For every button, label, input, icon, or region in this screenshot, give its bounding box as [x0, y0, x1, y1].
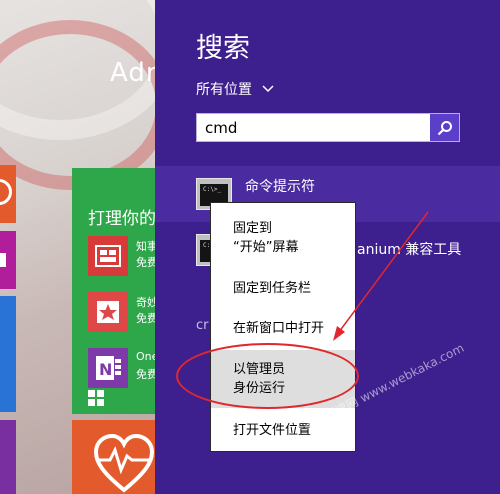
chevron-down-icon — [262, 81, 274, 97]
start-screen-background: 打理你的 知事 免费 奇妙 免费 N One 免费 Adr — [0, 0, 160, 494]
tile-mark-icon — [0, 253, 6, 267]
tile-orange[interactable] — [0, 165, 16, 223]
search-result-label: 命令提示符 — [245, 179, 315, 195]
annotation-highlight-ellipse — [176, 343, 359, 409]
grid-app-icon — [88, 236, 128, 276]
svg-text:N: N — [99, 360, 112, 379]
search-result-label: anium 兼容工具 — [357, 242, 462, 258]
store-app-item[interactable]: 奇妙 免费 — [88, 292, 160, 332]
menu-item-open-new-window[interactable]: 在新窗口中打开 — [211, 319, 355, 338]
search-scope-label: 所有位置 — [196, 82, 252, 98]
ring-icon — [0, 179, 12, 205]
onenote-icon: N — [88, 348, 128, 388]
results-section-label: cr — [196, 318, 209, 333]
star-badge-app-icon — [88, 292, 128, 332]
menu-item-label: 固定到任务栏 — [233, 281, 312, 296]
tile-blue[interactable] — [0, 296, 16, 412]
menu-item-label: “开始”屏幕 — [233, 240, 299, 255]
search-icon — [437, 120, 452, 135]
heart-icon — [93, 433, 155, 493]
menu-item-pin-to-taskbar[interactable]: 固定到任务栏 — [211, 279, 355, 298]
store-tile[interactable]: 打理你的 知事 免费 奇妙 免费 N One 免费 — [72, 168, 160, 414]
store-app-item[interactable]: N One 免费 — [88, 348, 160, 388]
menu-item-label: 固定到 — [233, 221, 273, 236]
store-app-item[interactable]: 知事 免费 — [88, 236, 160, 276]
search-input[interactable] — [197, 114, 431, 141]
store-logo-icon — [88, 390, 104, 406]
search-box — [196, 113, 460, 142]
search-scope-selector[interactable]: 所有位置 — [196, 79, 274, 99]
user-name: Adr — [110, 58, 158, 88]
tile-magenta[interactable] — [0, 231, 16, 289]
store-tile-title: 打理你的 — [88, 209, 156, 229]
menu-item-label: 在新窗口中打开 — [233, 321, 325, 336]
tile-purple[interactable] — [0, 420, 16, 494]
health-tile[interactable] — [72, 420, 160, 494]
menu-item-label: 打开文件位置 — [233, 423, 312, 438]
menu-item-open-file-location[interactable]: 打开文件位置 — [211, 421, 355, 440]
search-charm-title: 搜索 — [196, 33, 250, 64]
background-swirl — [0, 20, 160, 190]
search-button[interactable] — [430, 114, 459, 141]
menu-item-pin-to-start[interactable]: 固定到 “开始”屏幕 — [211, 219, 355, 257]
